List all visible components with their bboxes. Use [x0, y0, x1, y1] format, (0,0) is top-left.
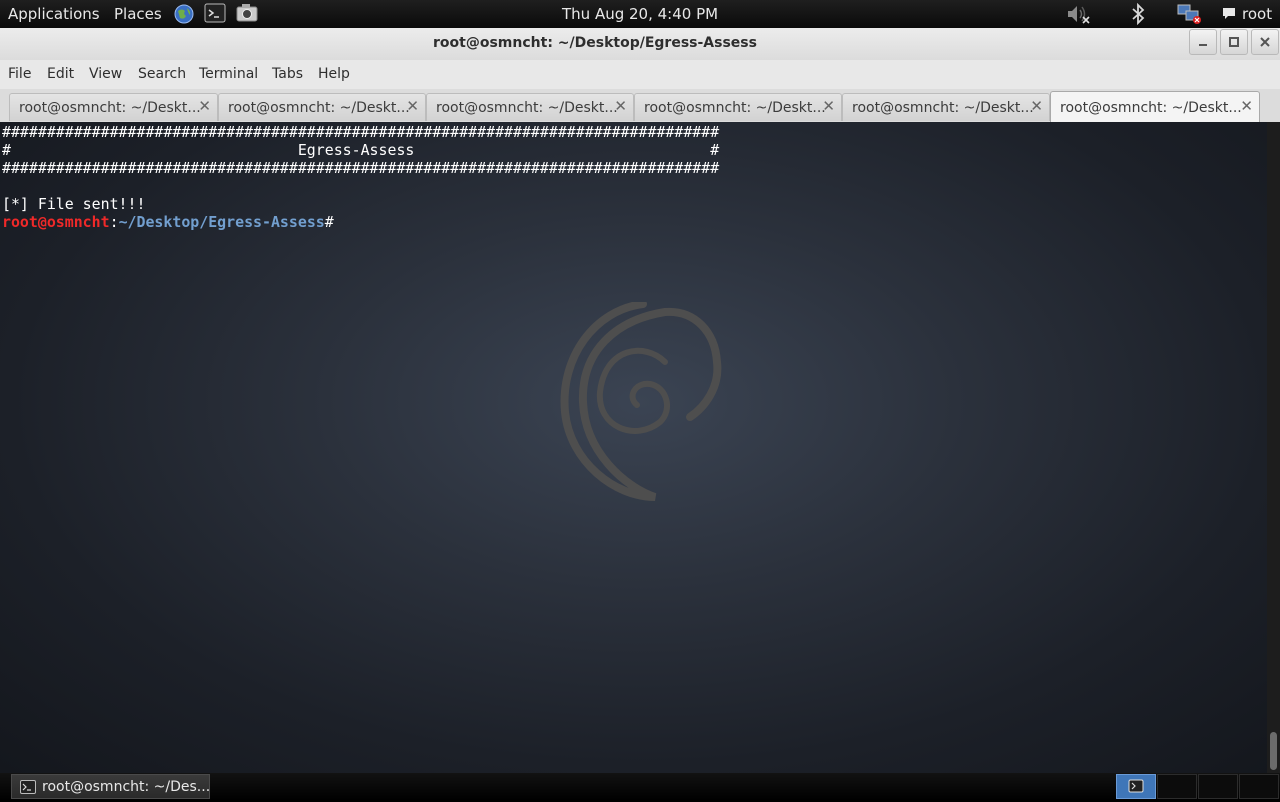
terminal-line: # Egress-Assess #	[2, 141, 720, 159]
tab-close-icon[interactable]: ✕	[406, 97, 419, 115]
menu-edit[interactable]: Edit	[47, 66, 74, 82]
workspace-3[interactable]	[1198, 774, 1238, 799]
terminal-tab-5[interactable]: root@osmncht: ~/Deskt... ✕	[842, 93, 1050, 121]
menu-help[interactable]: Help	[318, 66, 350, 82]
close-icon	[1260, 37, 1270, 47]
menu-view[interactable]: View	[89, 66, 122, 82]
tab-close-icon[interactable]: ✕	[1030, 97, 1043, 115]
top-panel: Applications Places Thu Aug 20, 4:40 PM	[0, 0, 1280, 28]
tab-bar: root@osmncht: ~/Deskt... ✕ root@osmncht:…	[0, 89, 1280, 123]
terminal-tab-6-active[interactable]: root@osmncht: ~/Deskt... ✕	[1050, 91, 1260, 122]
terminal-tab-2[interactable]: root@osmncht: ~/Deskt... ✕	[218, 93, 426, 121]
tab-label: root@osmncht: ~/Deskt...	[1060, 100, 1242, 116]
terminal-icon	[20, 780, 36, 798]
bottom-taskbar: root@osmncht: ~/Des...	[0, 773, 1280, 800]
tab-label: root@osmncht: ~/Deskt...	[228, 100, 410, 116]
menu-terminal[interactable]: Terminal	[199, 66, 258, 82]
screenshot-icon[interactable]	[236, 3, 258, 23]
terminal-text: ########################################…	[2, 123, 719, 231]
taskbar-terminal-window[interactable]: root@osmncht: ~/Des...	[11, 774, 210, 799]
menubar: File Edit View Search Terminal Tabs Help	[0, 60, 1280, 90]
terminal-tab-4[interactable]: root@osmncht: ~/Deskt... ✕	[634, 93, 842, 121]
minimize-icon	[1199, 44, 1207, 46]
taskbar-window-label: root@osmncht: ~/Des...	[42, 779, 211, 795]
workspace-2[interactable]	[1157, 774, 1197, 799]
terminal-line: ########################################…	[2, 123, 720, 141]
prompt-user: root@osmncht	[2, 213, 110, 231]
places-menu[interactable]: Places	[114, 5, 162, 23]
user-menu[interactable]: root	[1242, 5, 1272, 23]
menu-search[interactable]: Search	[138, 66, 186, 82]
tab-label: root@osmncht: ~/Deskt...	[852, 100, 1034, 116]
minimize-button[interactable]	[1189, 29, 1217, 55]
volume-muted-icon[interactable]	[1066, 3, 1092, 25]
terminal-tab-1[interactable]: root@osmncht: ~/Deskt... ✕	[9, 93, 218, 121]
window-titlebar[interactable]: root@osmncht: ~/Desktop/Egress-Assess	[0, 28, 1280, 61]
tab-close-icon[interactable]: ✕	[614, 97, 627, 115]
tab-label: root@osmncht: ~/Deskt...	[436, 100, 618, 116]
workspace-4[interactable]	[1239, 774, 1279, 799]
tab-label: root@osmncht: ~/Deskt...	[19, 100, 201, 116]
menu-file[interactable]: File	[8, 66, 31, 82]
close-button[interactable]	[1251, 29, 1279, 55]
maximize-button[interactable]	[1220, 29, 1248, 55]
network-disconnected-icon[interactable]	[1176, 3, 1204, 25]
tab-label: root@osmncht: ~/Deskt...	[644, 100, 826, 116]
window-title: root@osmncht: ~/Desktop/Egress-Assess	[433, 35, 757, 51]
terminal-icon	[1128, 779, 1144, 793]
terminal-tab-3[interactable]: root@osmncht: ~/Deskt... ✕	[426, 93, 634, 121]
terminal-output[interactable]: ########################################…	[0, 122, 1267, 773]
tab-close-icon[interactable]: ✕	[822, 97, 835, 115]
terminal-scrollbar[interactable]	[1267, 122, 1280, 773]
prompt-separator: :	[109, 213, 119, 231]
chat-status-icon[interactable]	[1221, 6, 1237, 28]
prompt-path: ~/Desktop/Egress-Assess	[118, 213, 325, 231]
applications-menu[interactable]: Applications	[8, 5, 100, 23]
workspace-1[interactable]	[1116, 774, 1156, 799]
bluetooth-icon[interactable]	[1128, 2, 1148, 26]
prompt-symbol: #	[324, 213, 334, 231]
tab-close-icon[interactable]: ✕	[198, 97, 211, 115]
clock[interactable]: Thu Aug 20, 4:40 PM	[562, 5, 718, 23]
maximize-icon	[1229, 37, 1239, 47]
web-browser-icon[interactable]	[173, 3, 195, 24]
menu-tabs[interactable]: Tabs	[272, 66, 303, 82]
terminal-line: [*] File sent!!!	[2, 195, 146, 213]
terminal-launcher-icon[interactable]	[204, 3, 226, 23]
tab-close-icon[interactable]: ✕	[1240, 97, 1253, 115]
scrollbar-thumb[interactable]	[1270, 732, 1277, 770]
terminal-line: ########################################…	[2, 159, 720, 177]
debian-swirl-logo	[560, 302, 722, 501]
